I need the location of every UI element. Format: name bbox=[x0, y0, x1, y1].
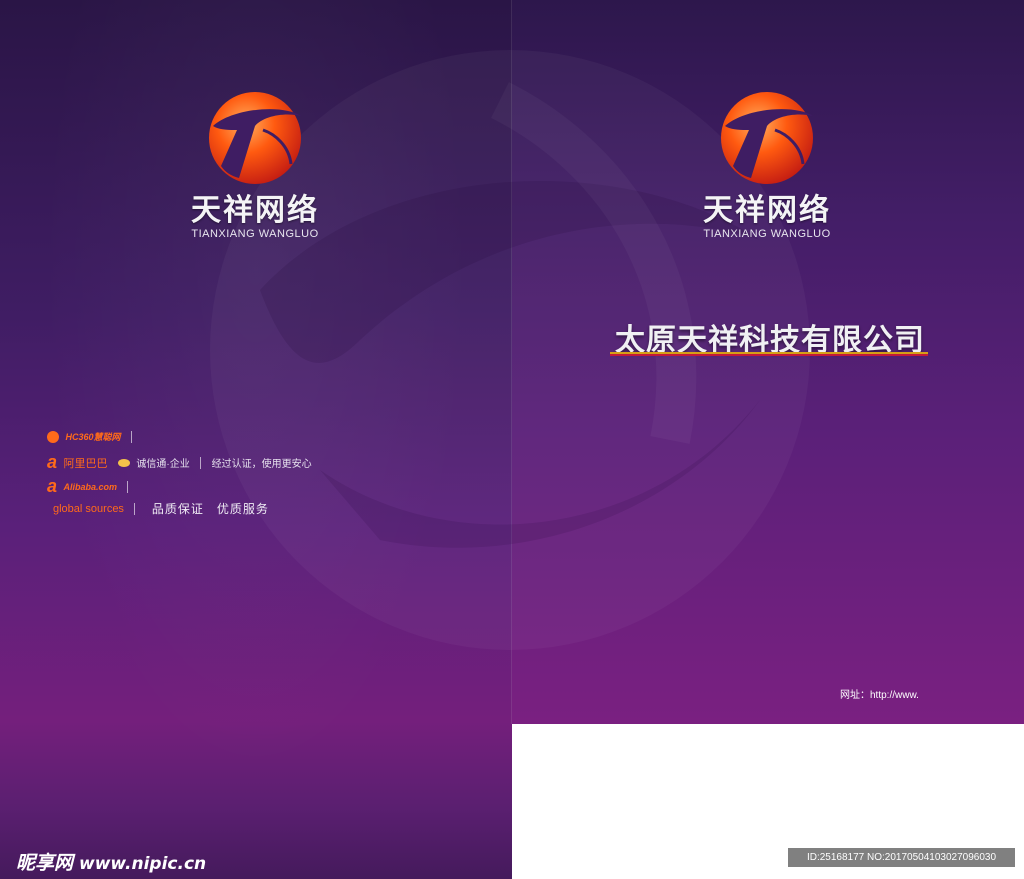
separator bbox=[130, 430, 132, 443]
alibaba-smile-icon: a bbox=[47, 452, 58, 472]
cert-row-alibaba-cn: a 阿里巴巴 诚信通·企业 经过认证，使用更安心 bbox=[47, 452, 312, 476]
alibaba-cn-logo-text: 阿里巴巴 bbox=[63, 457, 108, 470]
fold-line bbox=[511, 0, 512, 724]
title-underline-decoration bbox=[610, 352, 928, 356]
alibaba-smile-icon: a bbox=[47, 476, 58, 496]
cert-row-hc360: HC360慧聪网 bbox=[47, 428, 312, 452]
quality-slogan: 品质保证 优质服务 bbox=[151, 502, 269, 517]
certification-logos: HC360慧聪网 a 阿里巴巴 诚信通·企业 经过认证，使用更安心 a Alib… bbox=[47, 428, 312, 524]
cert-row-alibaba-com: a Alibaba.com bbox=[47, 476, 312, 500]
nipic-watermark: 昵享网 www.nipic.cn bbox=[16, 848, 206, 875]
logo-brand-name-en: TIANXIANG WANGLUO bbox=[703, 228, 831, 240]
nipic-site-cn: 昵享网 bbox=[16, 852, 74, 874]
logo-brand-name-cn: 天祥网络 bbox=[703, 193, 831, 228]
tianxiang-globe-logo-icon bbox=[721, 92, 813, 184]
hc360-gear-icon bbox=[47, 430, 59, 443]
hc360-logo-text: HC360慧聪网 bbox=[65, 432, 121, 443]
separator bbox=[127, 480, 129, 493]
image-id-bar: ID:25168177 NO:20170504103027096030 bbox=[788, 848, 1015, 867]
global-sources-logo-text: global sources bbox=[53, 502, 124, 515]
right-logo: 天祥网络 TIANXIANG WANGLUO bbox=[687, 86, 847, 240]
nipic-site-url: www.nipic.cn bbox=[79, 854, 207, 874]
cert-row-global-sources: global sources 品质保证 优质服务 bbox=[47, 500, 312, 524]
separator bbox=[134, 502, 136, 515]
website-text: 网址：http://www. bbox=[840, 690, 919, 701]
verified-text: 经过认证，使用更安心 bbox=[211, 459, 312, 470]
chengxintong-bee-icon bbox=[117, 458, 130, 467]
chengxintong-text: 诚信通·企业 bbox=[136, 459, 190, 470]
separator bbox=[200, 456, 202, 469]
logo-brand-name-en: TIANXIANG WANGLUO bbox=[191, 228, 319, 240]
logo-brand-name-cn: 天祥网络 bbox=[191, 193, 319, 228]
tianxiang-globe-logo-icon bbox=[209, 92, 301, 184]
folder-spread: 天祥网络 TIANXIANG WANGLUO 天祥网络 TIANXIANG WA… bbox=[0, 0, 1024, 879]
left-logo: 天祥网络 TIANXIANG WANGLUO bbox=[175, 86, 335, 240]
alibaba-com-logo-text: Alibaba.com bbox=[63, 481, 117, 492]
